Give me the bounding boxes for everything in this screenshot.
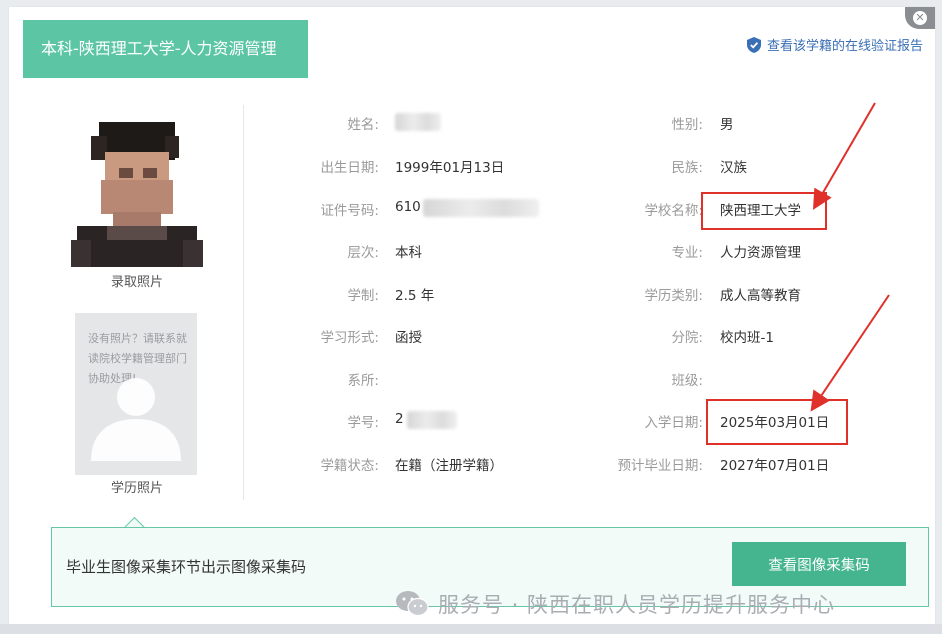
education-photo-label: 学历照片 xyxy=(110,481,163,496)
field-label: 学校名称: xyxy=(644,203,703,219)
field-value: 男 xyxy=(720,117,734,133)
field-label: 系所: xyxy=(347,373,379,389)
field-label: 入学日期: xyxy=(644,415,703,431)
redacted-student-number xyxy=(407,411,457,429)
field-value: 人力资源管理 xyxy=(720,245,801,261)
field-label: 层次: xyxy=(347,245,379,261)
field-value: 校内班-1 xyxy=(720,330,774,346)
enroll-photo xyxy=(71,122,203,267)
field-label: 证件号码: xyxy=(320,203,379,219)
field-label: 学号: xyxy=(347,415,379,431)
field-label: 民族: xyxy=(671,160,703,176)
field-label: 性别: xyxy=(671,117,703,133)
field-label: 学历类别: xyxy=(644,288,703,304)
field-label: 学习形式: xyxy=(320,330,379,346)
field-label: 分院: xyxy=(671,330,703,346)
field-label: 学籍状态: xyxy=(320,458,379,474)
column-divider xyxy=(243,105,244,500)
redacted-id xyxy=(423,199,539,217)
field-label: 姓名: xyxy=(347,117,379,133)
watermark-text: 服务号 · 陕西在职人员学历提升服务中心 xyxy=(438,593,836,617)
field-label: 专业: xyxy=(671,245,703,261)
close-icon[interactable]: ✕ xyxy=(905,7,935,29)
field-value: 2 xyxy=(395,411,404,427)
watermark: 服务号 · 陕西在职人员学历提升服务中心 xyxy=(394,589,835,619)
field-value: 成人高等教育 xyxy=(720,288,801,304)
field-label: 预计毕业日期: xyxy=(617,458,703,474)
bottom-edge xyxy=(0,624,942,634)
field-value: 本科 xyxy=(395,245,422,261)
field-value: 2027年07月01日 xyxy=(720,458,830,474)
field-value: 函授 xyxy=(395,330,422,346)
field-value: 汉族 xyxy=(720,160,747,176)
wechat-icon xyxy=(396,591,429,617)
notice-text: 毕业生图像采集环节出示图像采集码 xyxy=(66,558,307,576)
person-silhouette-icon xyxy=(91,378,181,461)
field-value: 在籍（注册学籍） xyxy=(395,458,503,474)
shield-icon xyxy=(746,36,761,53)
field-label: 班级: xyxy=(671,373,703,389)
field-value: 2.5 年 xyxy=(395,288,435,304)
record-title-tab[interactable]: 本科-陕西理工大学-人力资源管理 xyxy=(23,20,308,78)
education-photo-placeholder: 没有照片？请联系就读院校学籍管理部门协助处理! xyxy=(75,313,197,475)
field-value: 610 xyxy=(395,199,421,215)
verify-report-label: 查看该学籍的在线验证报告 xyxy=(766,39,923,54)
view-collection-code-button[interactable]: 查看图像采集码 xyxy=(732,542,906,586)
enrollment-date-highlight xyxy=(706,399,848,445)
student-record-card: 本科-陕西理工大学-人力资源管理 查看该学籍的在线验证报告 ✕ 录取照片 没有照… xyxy=(8,6,936,626)
field-label: 出生日期: xyxy=(320,160,379,176)
redacted-name xyxy=(395,113,441,131)
field-label: 学制: xyxy=(347,288,379,304)
verify-report-link[interactable]: 查看该学籍的在线验证报告 xyxy=(746,35,923,54)
field-value: 1999年01月13日 xyxy=(395,160,505,176)
enroll-photo-label: 录取照片 xyxy=(110,275,163,290)
school-name-highlight xyxy=(701,192,827,230)
